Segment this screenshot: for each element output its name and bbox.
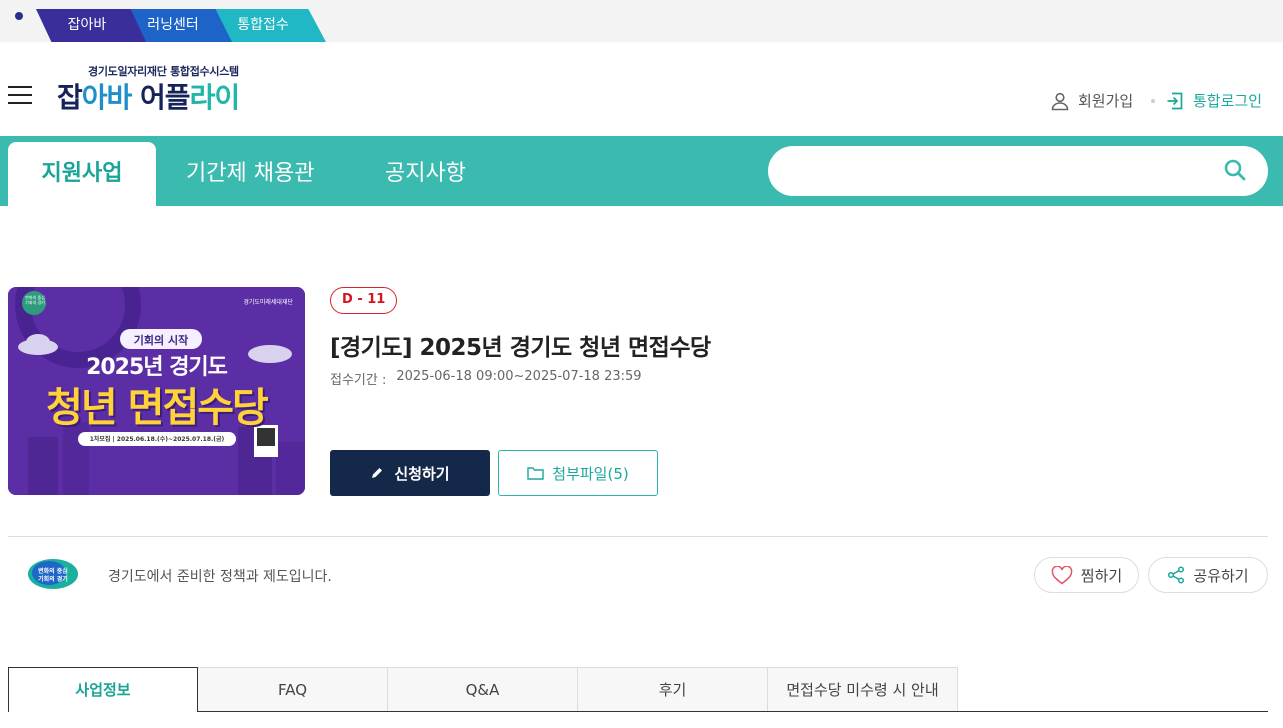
- poster-badge: 변화의 중심 기회의 경기: [25, 295, 45, 305]
- tab-program-info[interactable]: 사업정보: [8, 667, 198, 712]
- wishlist-label: 찜하기: [1080, 566, 1123, 585]
- site-switcher-bar: 잡아바 러닝센터 통합접수: [0, 0, 1283, 42]
- apply-button[interactable]: 신청하기: [330, 450, 490, 496]
- attachments-label: 첨부파일(5): [552, 464, 629, 483]
- login-icon: [1167, 92, 1183, 109]
- login-link[interactable]: 통합로그인: [1165, 90, 1262, 111]
- detail-tabs: 사업정보 FAQ Q&A 후기 면접수당 미수령 시 안내: [8, 667, 958, 712]
- tab-reviews[interactable]: 후기: [578, 667, 768, 712]
- tab-fixed-term-jobs[interactable]: 기간제 채용관: [186, 142, 314, 206]
- search-input[interactable]: [768, 146, 1268, 196]
- heart-icon: [1051, 565, 1073, 584]
- share-label: 공유하기: [1193, 566, 1249, 585]
- poster-org: 경기도미래세대재단: [243, 299, 293, 306]
- poster-line-3: 청년 면접수당: [46, 385, 269, 431]
- org-logo: 변화의 중심 기회의 경기: [27, 558, 79, 590]
- d-day-badge: D - 11: [330, 287, 398, 314]
- share-button[interactable]: 공유하기: [1148, 557, 1268, 593]
- hamburger-menu-icon[interactable]: [8, 86, 32, 104]
- share-icon: [1168, 566, 1185, 584]
- tab-notices[interactable]: 공지사항: [385, 142, 466, 206]
- folder-icon: [527, 467, 544, 480]
- wishlist-button[interactable]: 찜하기: [1034, 557, 1139, 593]
- user-icon: [1051, 92, 1069, 110]
- login-label: 통합로그인: [1193, 92, 1263, 110]
- logo-text-4: 라이: [189, 81, 241, 114]
- apply-label: 신청하기: [394, 464, 450, 483]
- indicator-dot: [15, 12, 23, 20]
- program-title: [경기도] 2025년 경기도 청년 면접수당: [330, 335, 711, 361]
- tab-support-programs[interactable]: 지원사업: [8, 142, 156, 206]
- tabs-baseline: [198, 711, 1268, 712]
- org-description: 경기도에서 준비한 정책과 제도입니다.: [108, 569, 332, 585]
- tab-non-receipt-guide[interactable]: 면접수당 미수령 시 안내: [768, 667, 958, 712]
- logo-text-2: 아바: [81, 81, 133, 114]
- tab-qna[interactable]: Q&A: [388, 667, 578, 712]
- logo-subtitle: 경기도일자리재단 통합접수시스템: [88, 65, 239, 78]
- signup-label: 회원가입: [1078, 92, 1134, 110]
- site-logo[interactable]: 잡아바 어플라이: [57, 78, 241, 118]
- logo-text-3: 어플: [131, 81, 191, 114]
- tab-faq[interactable]: FAQ: [198, 667, 388, 712]
- pencil-icon: [372, 468, 383, 478]
- section-divider: [8, 536, 1268, 537]
- search-icon[interactable]: [1220, 156, 1250, 186]
- main-nav: 지원사업 기간제 채용관 공지사항: [0, 136, 1283, 206]
- poster-line-1: 기회의 시작: [133, 334, 189, 347]
- org-logo-text-2: 기회의 경기: [38, 576, 68, 583]
- header-separator: [1151, 99, 1155, 103]
- logo-text-1: 잡: [57, 81, 83, 114]
- program-poster-image[interactable]: 경기도미래세대재단 변화의 중심 기회의 경기 기회의 시작 2025년 경기도…: [8, 287, 305, 495]
- period-label: 접수기간 :: [330, 373, 387, 388]
- poster-line-4: 1차모집 | 2025.06.18.(수)~2025.07.18.(금): [89, 436, 225, 443]
- attachments-button[interactable]: 첨부파일(5): [498, 450, 658, 496]
- period-value: 2025-06-18 09:00~2025-07-18 23:59: [396, 369, 642, 384]
- signup-link[interactable]: 회원가입: [1050, 90, 1133, 111]
- site-tab-jobaba[interactable]: 잡아바: [36, 9, 146, 42]
- application-period: 접수기간 : 2025-06-18 09:00~2025-07-18 23:59: [330, 369, 642, 388]
